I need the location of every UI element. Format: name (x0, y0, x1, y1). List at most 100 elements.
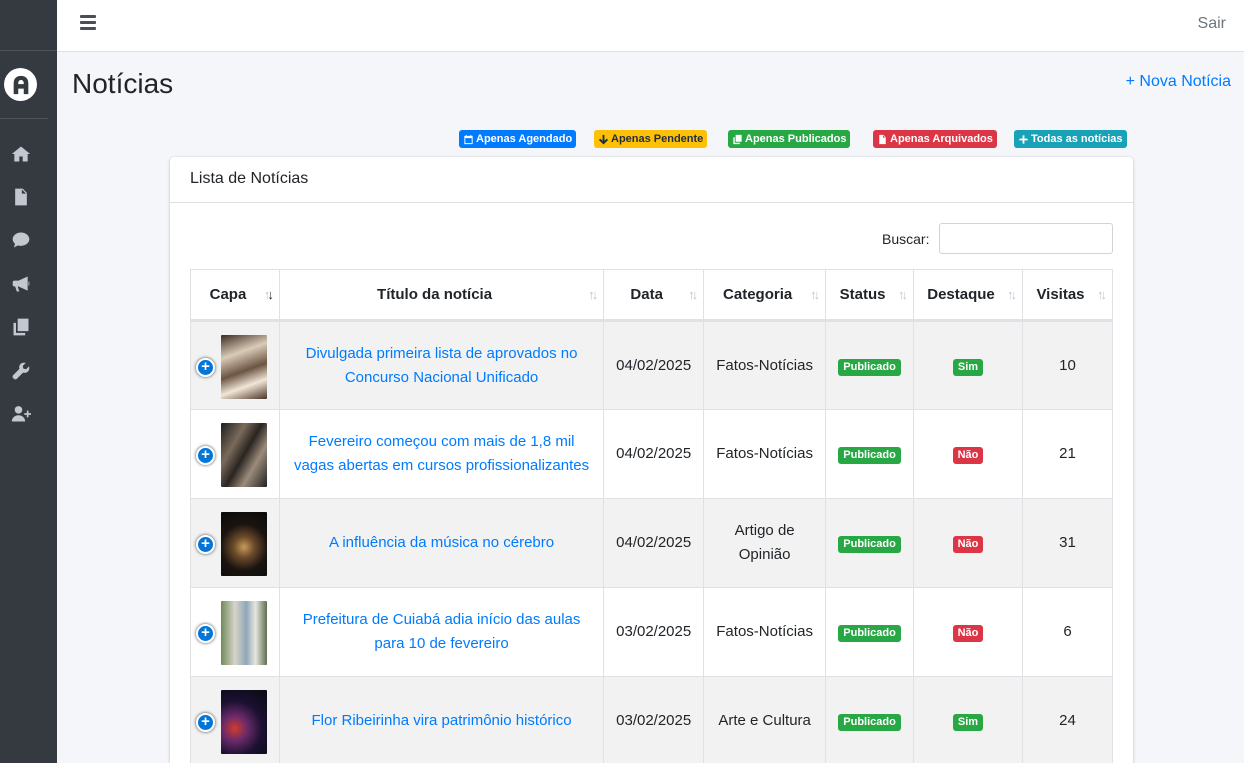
filter-all-button[interactable]: Todas as notícias (1014, 130, 1127, 148)
cover-cell: + (190, 409, 280, 499)
copy-icon (733, 134, 742, 144)
sidebar-divider (0, 118, 48, 119)
column-header-title[interactable]: Título da notícia ↑↓ (278, 269, 605, 322)
table-row: + Flor Ribeirinha vira patrimônio histór… (190, 676, 1114, 763)
expand-row-icon[interactable]: + (196, 713, 215, 732)
title-cell: Divulgada primeira lista de aprovados no… (278, 320, 605, 410)
new-news-link[interactable]: + Nova Notícia (1126, 73, 1231, 91)
date-cell: 04/02/2025 (603, 320, 705, 410)
date-cell: 03/02/2025 (603, 676, 705, 763)
status-badge: Publicado (838, 536, 901, 553)
news-title-link[interactable]: Prefeitura de Cuiabá adia início das aul… (288, 608, 595, 656)
column-header-featured[interactable]: Destaque ↑↓ (913, 269, 1023, 322)
date-cell: 03/02/2025 (603, 587, 705, 677)
filter-label: Apenas Pendente (611, 133, 704, 145)
sort-icon: ↑↓ (588, 287, 598, 302)
filter-pending-button[interactable]: Apenas Pendente (594, 130, 708, 148)
featured-badge: Sim (952, 358, 984, 376)
column-header-status[interactable]: Status ↑↓ (825, 269, 915, 322)
arrow-down-icon (598, 134, 609, 145)
card-title: Lista de Notícias (170, 157, 1133, 203)
category-cell: Fatos-Notícias (703, 320, 827, 410)
filter-label: Todas as notícias (1031, 133, 1123, 145)
category-cell: Fatos-Notícias (703, 409, 827, 499)
featured-cell: Não (913, 409, 1023, 499)
logout-link[interactable]: Sair (1198, 15, 1226, 33)
search-input[interactable] (939, 223, 1113, 254)
featured-cell: Não (913, 498, 1023, 588)
featured-badge: Sim (952, 714, 984, 731)
filter-scheduled-button[interactable]: Apenas Agendado (459, 130, 577, 148)
search-label: Buscar: (882, 231, 930, 247)
table-row: + Prefeitura de Cuiabá adia início das a… (190, 587, 1114, 677)
wrench-icon[interactable] (10, 360, 32, 382)
visits-cell: 31 (1021, 498, 1114, 588)
status-badge: Publicado (838, 625, 901, 642)
title-cell: Flor Ribeirinha vira patrimônio históric… (278, 676, 605, 763)
table-row: + Divulgada primeira lista de aprovados … (190, 320, 1114, 410)
page-title: Notícias (72, 68, 174, 99)
cover-thumbnail[interactable] (221, 690, 267, 754)
status-badge: Publicado (838, 358, 901, 376)
news-list-card: Lista de Notícias Buscar: Capa ↑↓ Título … (170, 157, 1133, 763)
news-title-link[interactable]: Fevereiro começou com mais de 1,8 mil va… (288, 430, 595, 478)
expand-row-icon[interactable]: + (196, 624, 215, 643)
status-cell: Publicado (825, 587, 915, 677)
expand-row-icon[interactable]: + (196, 446, 215, 465)
bullhorn-icon[interactable] (10, 273, 32, 295)
plus-icon (1019, 134, 1028, 144)
file-icon[interactable] (10, 186, 32, 208)
cover-thumbnail[interactable] (221, 335, 267, 399)
featured-cell: Não (913, 587, 1023, 677)
status-badge: Publicado (838, 447, 901, 464)
sort-icon: ↑↓ (1006, 287, 1017, 302)
column-header-visits[interactable]: Visitas ↑↓ (1021, 269, 1114, 322)
copy-icon[interactable] (10, 316, 32, 338)
filter-published-button[interactable]: Apenas Publicados (728, 130, 851, 148)
visits-cell: 6 (1021, 587, 1114, 677)
status-cell: Publicado (825, 320, 915, 410)
column-header-date[interactable]: Data ↑↓ (603, 269, 705, 322)
sort-icon: ↑↓ (898, 287, 908, 302)
column-header-category[interactable]: Categoria ↑↓ (703, 269, 827, 322)
expand-row-icon[interactable]: + (196, 535, 215, 554)
sort-icon: ↑↓ (1097, 287, 1107, 302)
featured-badge: Não (952, 536, 984, 553)
date-cell: 04/02/2025 (603, 498, 705, 588)
news-table: Capa ↑↓ Título da notícia ↑↓ Data ↑↓ Catego… (190, 269, 1114, 763)
featured-badge: Não (952, 625, 984, 642)
user-plus-icon[interactable] (10, 403, 32, 425)
comment-icon[interactable] (10, 229, 32, 251)
calendar-icon (464, 134, 473, 144)
status-cell: Publicado (825, 676, 915, 763)
visits-cell: 21 (1021, 409, 1114, 499)
title-cell: A influência da música no cérebro (278, 498, 605, 588)
news-title-link[interactable]: Divulgada primeira lista de aprovados no… (288, 342, 595, 390)
expand-row-icon[interactable]: + (196, 358, 215, 377)
bars-icon[interactable] (80, 15, 96, 31)
sort-icon: ↑↓ (688, 287, 698, 302)
featured-badge: Não (952, 447, 984, 464)
visits-cell: 10 (1021, 320, 1114, 410)
news-title-link[interactable]: Flor Ribeirinha vira patrimônio históric… (312, 709, 572, 733)
status-cell: Publicado (825, 498, 915, 588)
logo-a-icon[interactable] (4, 68, 37, 101)
filter-archived-button[interactable]: Apenas Arquivados (873, 130, 997, 148)
cover-cell: + (190, 587, 280, 677)
column-header-cover[interactable]: Capa ↑↓ (190, 269, 280, 322)
news-title-link[interactable]: A influência da música no cérebro (329, 531, 554, 555)
cover-thumbnail[interactable] (221, 423, 267, 487)
title-cell: Fevereiro começou com mais de 1,8 mil va… (278, 409, 605, 499)
status-badge: Publicado (838, 714, 901, 731)
sort-icon: ↑↓ (263, 287, 274, 302)
sort-icon: ↑↓ (810, 287, 820, 302)
cover-thumbnail[interactable] (221, 601, 267, 665)
filter-label: Apenas Publicados (745, 133, 847, 145)
home-icon[interactable] (10, 143, 32, 165)
title-cell: Prefeitura de Cuiabá adia início das aul… (278, 587, 605, 677)
filter-label: Apenas Agendado (476, 133, 573, 145)
status-cell: Publicado (825, 409, 915, 499)
cover-thumbnail[interactable] (221, 512, 267, 576)
category-cell: Arte e Cultura (703, 676, 827, 763)
file-icon (879, 134, 886, 144)
